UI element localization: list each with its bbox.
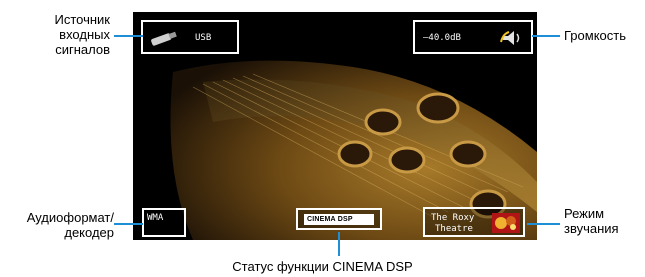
osd-sound-mode: The Roxy Theatre [423,207,525,237]
callout-volume: Громкость [564,28,626,43]
callout-line-cinema-dsp [338,232,340,256]
osd-volume: –40.0dB [413,20,533,54]
speaker-volume-icon [500,31,520,45]
osd-sound-mode-line1: The Roxy [431,213,475,223]
osd-cinema-dsp-status: CINEMA DSP [296,208,382,230]
usb-flash-drive-icon [151,31,177,46]
callout-audio-format-line1: Аудиоформат/ [26,210,114,225]
osd-audio-format-label: WMA [147,213,164,223]
callout-input-source-line1: Источник [54,12,111,27]
osd-input-label: USB [195,33,212,43]
callout-line-audio-format [114,223,143,225]
osd-volume-value: –40.0dB [423,33,461,43]
callout-sound-mode: Режим звучания [564,206,619,236]
callout-audio-format: Аудиоформат/ декодер [10,210,114,240]
osd-audio-format: WMA [142,208,186,237]
osd-sound-mode-line2: Theatre [435,224,473,234]
cinema-dsp-logo: CINEMA DSP [304,214,374,225]
callout-sound-mode-line2: звучания [564,221,619,236]
callout-audio-format-line2: декодер [64,225,114,240]
tv-screen: USB –40.0dB WMA CINEMA DSP The Roxy Thea… [133,12,537,240]
sound-mode-theatre-icon [492,213,520,233]
callout-line-input-source [114,35,143,37]
osd-input-source: USB [141,20,239,54]
callout-line-sound-mode [527,223,560,225]
callout-input-source-line3: сигналов [55,42,110,57]
callout-line-volume [532,35,560,37]
callout-sound-mode-line1: Режим [564,206,605,221]
callout-cinema-dsp-status: Статус функции CINEMA DSP [232,259,413,274]
callout-input-source: Источник входных сигналов [20,12,111,57]
callout-input-source-line2: входных [59,27,110,42]
